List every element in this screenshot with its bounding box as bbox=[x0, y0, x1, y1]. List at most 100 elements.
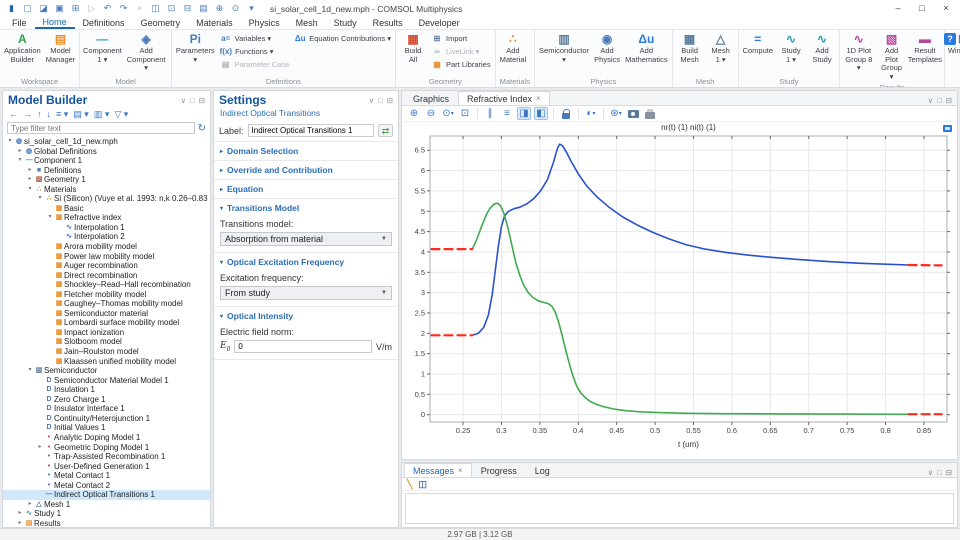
select-tool-icon[interactable]: ⊙ bbox=[229, 1, 242, 16]
show-options-icon[interactable]: ≡ ▾ bbox=[56, 109, 68, 120]
expand-arrow-icon[interactable]: ▸ bbox=[36, 443, 44, 453]
tab-home[interactable]: Home bbox=[35, 17, 75, 29]
tree-item-klaassen-unified-mobility-model[interactable]: ▦Klaassen unified mobility model bbox=[3, 357, 210, 367]
tree-item-insulation-1[interactable]: DInsulation 1 bbox=[3, 385, 210, 395]
tab-graphics[interactable]: Graphics bbox=[404, 91, 458, 105]
copy-icon[interactable]: ◫ bbox=[149, 1, 162, 16]
mesh-1-button[interactable]: △Mesh 1 ▾ bbox=[706, 31, 736, 65]
rename-icon[interactable]: ⇄ bbox=[378, 124, 393, 137]
tab-results[interactable]: Results bbox=[365, 17, 411, 29]
panel-menu-icon[interactable]: ∨ bbox=[928, 468, 934, 477]
tree-item-semiconductor-material[interactable]: ▦Semiconductor material bbox=[3, 309, 210, 319]
application-builder-button[interactable]: AApplication Builder bbox=[2, 31, 43, 65]
duplicate-icon[interactable]: ⊟ bbox=[181, 1, 194, 16]
label-input[interactable] bbox=[248, 124, 374, 137]
close-panel-icon[interactable]: ⊟ bbox=[387, 96, 393, 105]
save-file-icon[interactable]: ▣ bbox=[53, 1, 66, 16]
refresh-icon[interactable]: ↻ bbox=[198, 123, 206, 134]
tooltip-toggle-icon[interactable]: ◧ bbox=[534, 107, 548, 120]
save-as-icon[interactable]: ⊞ bbox=[69, 1, 82, 16]
tree-item-geometry-1[interactable]: ▸▨Geometry 1 bbox=[3, 175, 210, 185]
tab-geometry[interactable]: Geometry bbox=[133, 17, 189, 29]
tree-item-global-definitions[interactable]: ▸◍Global Definitions bbox=[3, 147, 210, 157]
float-panel-icon[interactable]: □ bbox=[937, 468, 942, 477]
tree-item-zero-charge-1[interactable]: DZero Charge 1 bbox=[3, 395, 210, 405]
tab-study[interactable]: Study bbox=[326, 17, 365, 29]
component-1-button[interactable]: —Component 1 ▾ bbox=[82, 31, 122, 65]
close-tab-icon[interactable]: × bbox=[536, 94, 541, 103]
tab-progress[interactable]: Progress bbox=[472, 463, 526, 477]
float-panel-icon[interactable]: □ bbox=[937, 96, 942, 105]
maximize-button[interactable]: □ bbox=[910, 0, 934, 17]
expand-arrow-icon[interactable]: ▸ bbox=[26, 175, 34, 185]
collapse-arrow-icon[interactable]: ▾ bbox=[26, 366, 34, 376]
tree-item-arora-mobility-model[interactable]: ▦Arora mobility model bbox=[3, 242, 210, 252]
build-mesh-button[interactable]: ▦Build Mesh bbox=[675, 31, 705, 65]
new-file-icon[interactable]: ▢ bbox=[21, 1, 34, 16]
tree-item-results[interactable]: ▸▤Results bbox=[3, 519, 210, 527]
expand-arrow-icon[interactable]: ▸ bbox=[16, 519, 24, 527]
tree-item-metal-contact-1[interactable]: •Metal Contact 1 bbox=[3, 471, 210, 481]
section-header-transitions-model[interactable]: ▾Transitions Model bbox=[214, 199, 398, 217]
redo-icon[interactable]: ↷ bbox=[117, 1, 130, 16]
collapse-arrow-icon[interactable]: ▾ bbox=[36, 194, 44, 204]
customize-qat-icon[interactable]: ▾ bbox=[245, 1, 258, 16]
tree-item-user-defined-generation-1[interactable]: •User-Defined Generation 1 bbox=[3, 462, 210, 472]
zoom-in-icon[interactable]: ⊕ bbox=[407, 107, 421, 120]
tab-refractive-index[interactable]: Refractive Index× bbox=[458, 91, 550, 105]
tree-item-interpolation-1[interactable]: ∿Interpolation 1 bbox=[3, 223, 210, 233]
tab-materials[interactable]: Materials bbox=[188, 17, 241, 29]
close-button[interactable]: × bbox=[934, 0, 958, 17]
tree-item-materials[interactable]: ▾∴Materials bbox=[3, 185, 210, 195]
tree-item-auger-recombination[interactable]: ▦Auger recombination bbox=[3, 261, 210, 271]
section-header-override-and-contribution[interactable]: ▸Override and Contribution bbox=[214, 161, 398, 179]
grid-toggle-icon[interactable]: ≡ bbox=[500, 107, 514, 120]
tree-item-mesh-1[interactable]: ▸△Mesh 1 bbox=[3, 500, 210, 510]
section-header-optical-intensity[interactable]: ▾Optical Intensity bbox=[214, 307, 398, 325]
tab-developer[interactable]: Developer bbox=[411, 17, 468, 29]
add-mathematics-button[interactable]: ΔuAdd Mathematics bbox=[623, 31, 670, 65]
move-up-icon[interactable]: ↑ bbox=[37, 109, 42, 120]
import-button[interactable]: ⊞Import bbox=[429, 32, 493, 45]
tree-item-continuity-heterojunction-1[interactable]: DContinuity/Heterojunction 1 bbox=[3, 414, 210, 424]
excitation-frequency-dropdown[interactable]: From study▼ bbox=[220, 286, 392, 300]
collapse-arrow-icon[interactable]: ▾ bbox=[46, 213, 54, 223]
clear-icon[interactable]: ╲ bbox=[407, 479, 412, 490]
comsol-logo-icon[interactable]: ▮ bbox=[5, 1, 18, 16]
legend-toggle-icon[interactable]: ◨ bbox=[517, 107, 531, 120]
tree-item-si-solar-cell-1d-new-mph[interactable]: ▾◍si_solar_cell_1d_new.mph bbox=[3, 137, 210, 147]
paste-icon[interactable]: ⊡ bbox=[165, 1, 178, 16]
close-panel-icon[interactable]: ⊟ bbox=[946, 96, 952, 105]
help-button[interactable]: ? bbox=[944, 33, 956, 45]
tree-item-lombardi-surface-mobility-model[interactable]: ▦Lombardi surface mobility model bbox=[3, 318, 210, 328]
plot-settings-icon[interactable]: ⊛ ▾ bbox=[609, 107, 623, 120]
tree-item-basic[interactable]: ▦Basic bbox=[3, 204, 210, 214]
tab-mesh[interactable]: Mesh bbox=[288, 17, 326, 29]
tree-item-slotboom-model[interactable]: ▦Slotboom model bbox=[3, 337, 210, 347]
forward-icon[interactable]: → bbox=[23, 109, 32, 120]
appearance-icon[interactable]: ◐ ▾ bbox=[584, 107, 598, 120]
tree-item-insulator-interface-1[interactable]: DInsulator Interface 1 bbox=[3, 404, 210, 414]
part-libraries-button[interactable]: ▦Part Libraries bbox=[429, 58, 493, 71]
tree-item-shockley-read-hall-recombination[interactable]: ▦Shockley–Read–Hall recombination bbox=[3, 280, 210, 290]
tree-item-semiconductor-material-model-1[interactable]: DSemiconductor Material Model 1 bbox=[3, 376, 210, 386]
panel-menu-icon[interactable]: ∨ bbox=[369, 96, 375, 105]
tree-item-direct-recombination[interactable]: ▦Direct recombination bbox=[3, 271, 210, 281]
tree-item-component-1[interactable]: ▾—Component 1 bbox=[3, 156, 210, 166]
tab-file[interactable]: File bbox=[4, 17, 35, 29]
move-down-icon[interactable]: ↓ bbox=[47, 109, 52, 120]
tree-item-indirect-optical-transitions-1[interactable]: —Indirect Optical Transitions 1 bbox=[3, 490, 210, 500]
expand-arrow-icon[interactable]: ▸ bbox=[26, 500, 34, 510]
zoom-box-icon[interactable]: ⊡ bbox=[458, 107, 472, 120]
back-icon[interactable]: ← bbox=[9, 109, 18, 120]
delete-icon[interactable]: ▤ bbox=[197, 1, 210, 16]
expand-arrow-icon[interactable]: ▸ bbox=[16, 147, 24, 157]
section-header-domain-selection[interactable]: ▸Domain Selection bbox=[214, 142, 398, 160]
snapshot-icon[interactable] bbox=[626, 107, 640, 120]
close-tab-icon[interactable]: × bbox=[458, 466, 463, 475]
filter-icon[interactable]: ▽ ▾ bbox=[114, 109, 128, 120]
tree-item-impact-ionization[interactable]: ▦Impact ionization bbox=[3, 328, 210, 338]
build-all-button[interactable]: ▦Build All bbox=[398, 31, 428, 65]
panel-menu-icon[interactable]: ∨ bbox=[181, 96, 187, 105]
undo-icon[interactable]: ↶ bbox=[101, 1, 114, 16]
